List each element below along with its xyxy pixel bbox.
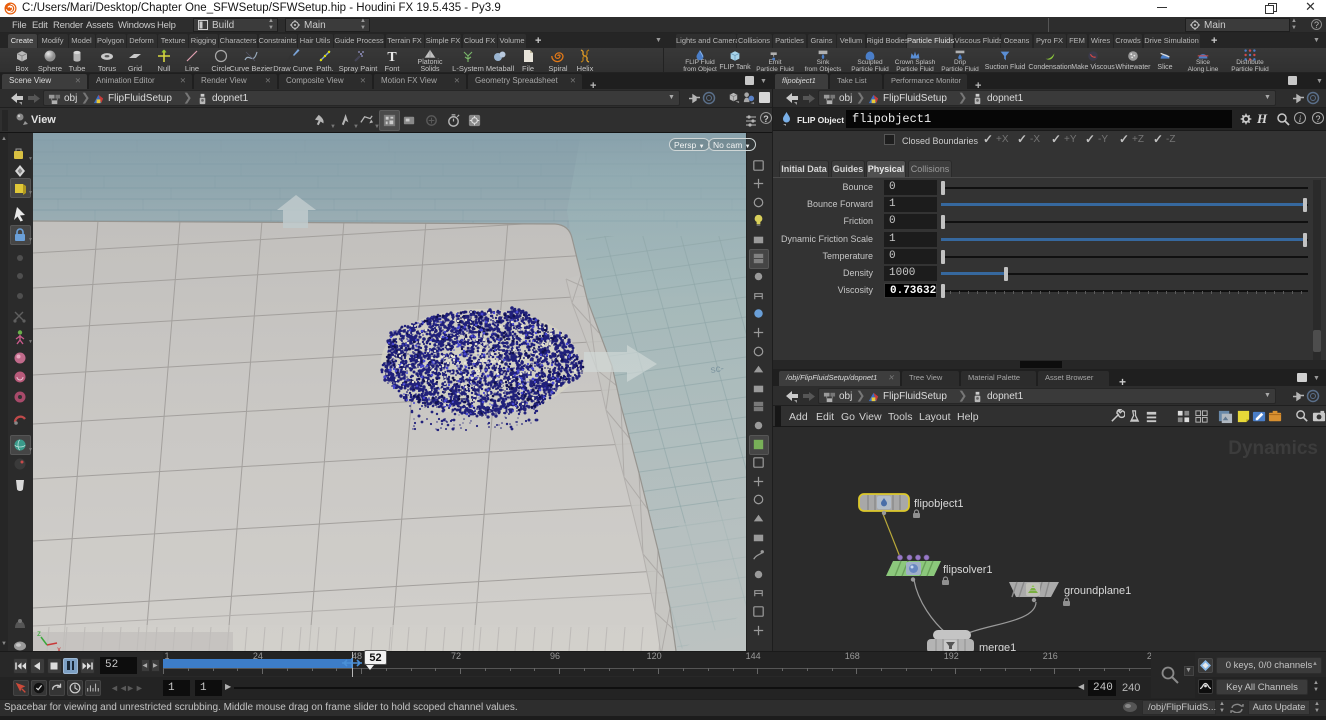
svg-text:T: T xyxy=(387,50,397,64)
svg-text:groundplane1: groundplane1 xyxy=(1064,585,1131,597)
svg-text:flipsolver1: flipsolver1 xyxy=(943,564,993,576)
svg-text:z: z xyxy=(37,629,41,638)
svg-text:flipobject1: flipobject1 xyxy=(914,498,964,510)
svg-text:sc-: sc- xyxy=(710,363,725,376)
svg-text:merge1: merge1 xyxy=(979,642,1016,651)
svg-text:Dynamics: Dynamics xyxy=(1228,438,1318,459)
